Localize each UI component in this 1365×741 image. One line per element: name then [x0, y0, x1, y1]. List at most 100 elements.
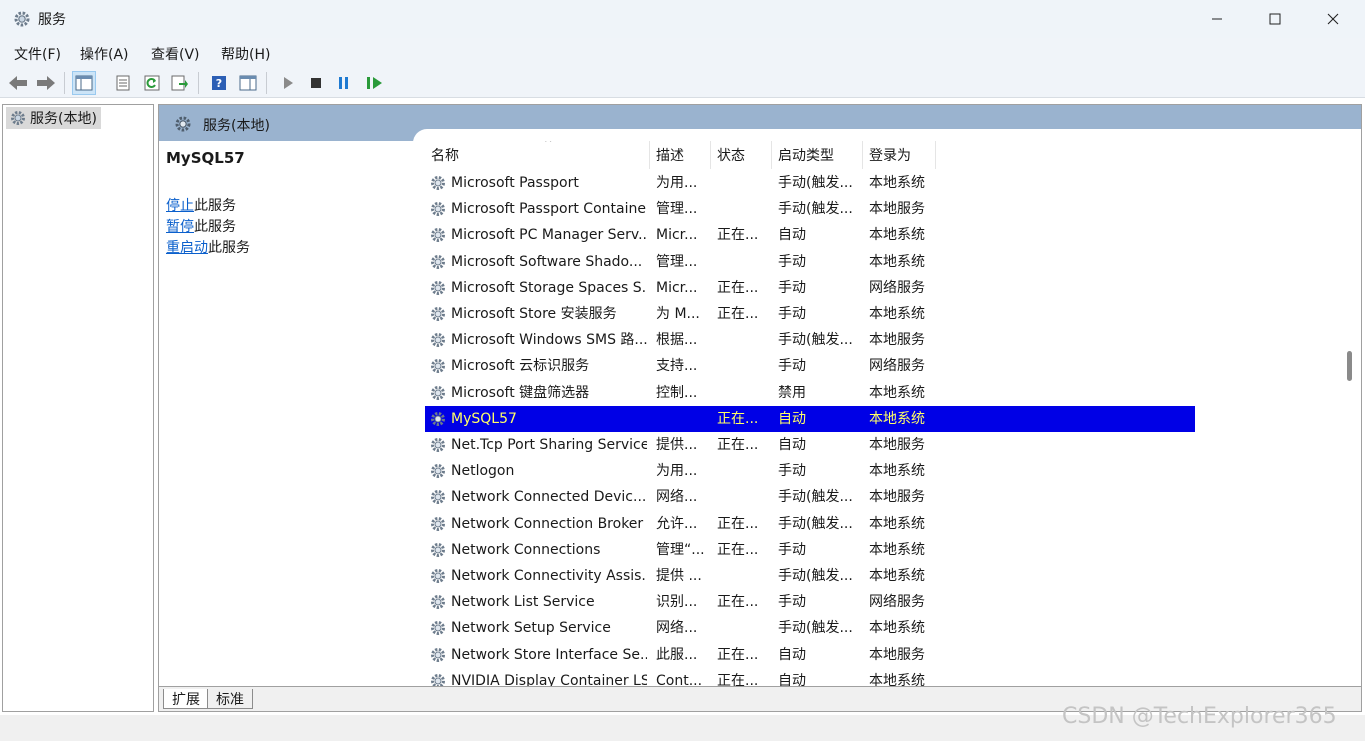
- table-row[interactable]: Microsoft Storage Spaces S... Micr... 正在..…: [425, 275, 1195, 301]
- table-row[interactable]: Network List Service 识别... 正在... 手动 网络服务: [425, 589, 1195, 615]
- column-name[interactable]: 名称 ^: [425, 141, 650, 169]
- service-logon-as: 网络服务: [869, 594, 925, 611]
- service-startup-type: 自动: [778, 227, 806, 244]
- menu-action[interactable]: 操作(A): [80, 44, 129, 64]
- pause-link[interactable]: 暂停: [166, 219, 194, 235]
- service-name: Network Connection Broker: [451, 515, 644, 532]
- service-startup-type: 手动(触发...: [778, 489, 853, 506]
- back-button[interactable]: [6, 71, 30, 95]
- restart-link[interactable]: 重启动: [166, 240, 208, 256]
- maximize-icon: [1269, 13, 1281, 25]
- service-startup-type: 手动(触发...: [778, 515, 853, 532]
- table-row[interactable]: Netlogon 为用... 手动 本地系统: [425, 458, 1195, 484]
- maximize-button[interactable]: [1246, 0, 1304, 38]
- table-row[interactable]: NVIDIA Display Container LS Cont... 正在... 自…: [425, 668, 1195, 686]
- table-row[interactable]: MySQL57 正在... 自动 本地系统: [425, 405, 1195, 432]
- close-button[interactable]: [1304, 0, 1362, 38]
- stop-link[interactable]: 停止: [166, 198, 194, 214]
- restart-service-button[interactable]: [362, 71, 386, 95]
- scrollbar-thumb[interactable]: [1347, 351, 1352, 381]
- column-startup-type[interactable]: 启动类型: [772, 141, 863, 169]
- service-description: 为用...: [656, 463, 698, 480]
- service-name: Network Connections: [451, 541, 601, 558]
- table-row[interactable]: Microsoft PC Manager Serv... Micr... 正在...…: [425, 222, 1195, 248]
- service-name: Microsoft 云标识服务: [451, 358, 590, 375]
- vertical-scrollbar[interactable]: [1337, 141, 1361, 686]
- column-description[interactable]: 描述: [650, 141, 711, 169]
- tree-item-services-local[interactable]: 服务(本地): [6, 107, 101, 129]
- table-row[interactable]: Microsoft Store 安装服务 为 M... 正在... 手动 本地系统: [425, 301, 1195, 327]
- pause-service-button[interactable]: [332, 71, 356, 95]
- tab-standard[interactable]: 标准: [207, 689, 253, 709]
- column-status[interactable]: 状态: [711, 141, 772, 169]
- service-startup-type: 手动(触发...: [778, 620, 853, 637]
- start-service-button[interactable]: [276, 71, 300, 95]
- service-status: [717, 484, 771, 510]
- action-suffix: 此服务: [194, 198, 236, 214]
- table-row[interactable]: Microsoft Software Shado... 管理... 手动 本地系统: [425, 249, 1195, 275]
- service-startup-type: 自动: [778, 437, 806, 453]
- toolbar-separator: [64, 72, 65, 94]
- details-pane: 服务(本地) MySQL57 停止此服务 暂停此服务 重启动此服务 名称 ^ 描…: [158, 104, 1362, 712]
- column-label: 名称: [431, 148, 459, 164]
- forward-arrow-icon: [37, 76, 55, 90]
- export-list-button[interactable]: [168, 71, 192, 95]
- service-description: Cont...: [656, 672, 703, 686]
- refresh-button[interactable]: [140, 71, 164, 95]
- table-row[interactable]: Network Connected Devic... 网络... 手动(触发... 本…: [425, 484, 1195, 510]
- service-logon-as: 本地系统: [869, 541, 925, 558]
- show-action-pane-button[interactable]: [236, 71, 260, 95]
- stop-service-button[interactable]: [304, 71, 328, 95]
- help-button[interactable]: ?: [207, 71, 231, 95]
- minimize-button[interactable]: [1188, 0, 1246, 38]
- action-suffix: 此服务: [194, 219, 236, 235]
- gear-icon: [431, 228, 445, 243]
- table-row[interactable]: Microsoft Windows SMS 路... 根据... 手动(触发... 本…: [425, 327, 1195, 353]
- gear-icon: [431, 411, 445, 426]
- pause-service-action: 暂停此服务: [166, 216, 236, 236]
- menu-help[interactable]: 帮助(H): [221, 44, 270, 64]
- table-row[interactable]: Network Connections 管理“... 正在... 手动 本地系统: [425, 537, 1195, 563]
- table-row[interactable]: Microsoft Passport 为用... 手动(触发... 本地系统: [425, 170, 1195, 196]
- service-description: 管理“...: [656, 541, 705, 558]
- table-row[interactable]: Network Setup Service 网络... 手动(触发... 本地系统: [425, 615, 1195, 641]
- service-name: Microsoft Software Shado...: [451, 253, 643, 270]
- column-label: 启动类型: [778, 148, 834, 164]
- service-description: 为 M...: [656, 306, 700, 322]
- gear-icon: [431, 333, 445, 348]
- table-row[interactable]: Network Connection Broker 允许... 正在... 手动(触发…: [425, 511, 1195, 537]
- service-logon-as: 本地系统: [869, 227, 925, 244]
- stop-service-action: 停止此服务: [166, 195, 236, 215]
- service-name: NVIDIA Display Container LS: [451, 672, 647, 686]
- service-startup-type: 自动: [778, 410, 806, 427]
- service-logon-as: 本地服务: [869, 646, 925, 663]
- table-row[interactable]: Microsoft 云标识服务 支持... 手动 网络服务: [425, 353, 1195, 379]
- forward-button[interactable]: [34, 71, 58, 95]
- service-startup-type: 手动(触发...: [778, 175, 853, 191]
- menu-view[interactable]: 查看(V): [151, 44, 200, 64]
- service-status: 正在...: [717, 306, 759, 322]
- service-logon-as: 本地服务: [869, 201, 925, 218]
- show-hide-console-tree-button[interactable]: [72, 71, 96, 95]
- service-status: [717, 458, 771, 484]
- properties-button[interactable]: [111, 71, 135, 95]
- table-row[interactable]: Network Connectivity Assis... 提供 ... 手动(触发…: [425, 563, 1195, 589]
- service-name: Network Store Interface Se...: [451, 646, 647, 663]
- menu-file[interactable]: 文件(F): [14, 44, 61, 64]
- extended-panel: MySQL57 停止此服务 暂停此服务 重启动此服务: [159, 141, 413, 686]
- table-row[interactable]: Microsoft 键盘筛选器 控制... 禁用 本地系统: [425, 380, 1195, 406]
- table-row[interactable]: Microsoft Passport Container 管理... 手动(触发..…: [425, 196, 1195, 222]
- table-row[interactable]: Net.Tcp Port Sharing Service 提供... 正在... 自动…: [425, 432, 1195, 458]
- service-startup-type: 手动: [778, 358, 806, 375]
- console-tree: 服务(本地): [2, 104, 154, 712]
- service-logon-as: 本地系统: [869, 175, 925, 191]
- column-label: 状态: [717, 148, 745, 164]
- window-title: 服务: [38, 12, 66, 28]
- tab-extended[interactable]: 扩展: [163, 689, 209, 709]
- column-logon-as[interactable]: 登录为: [863, 141, 936, 169]
- service-name: Microsoft 键盘筛选器: [451, 384, 590, 401]
- play-icon: [284, 77, 293, 89]
- table-row[interactable]: Network Store Interface Se... 此服... 正在... 自…: [425, 642, 1195, 668]
- service-status: [717, 196, 771, 222]
- service-logon-as: 本地系统: [869, 672, 925, 686]
